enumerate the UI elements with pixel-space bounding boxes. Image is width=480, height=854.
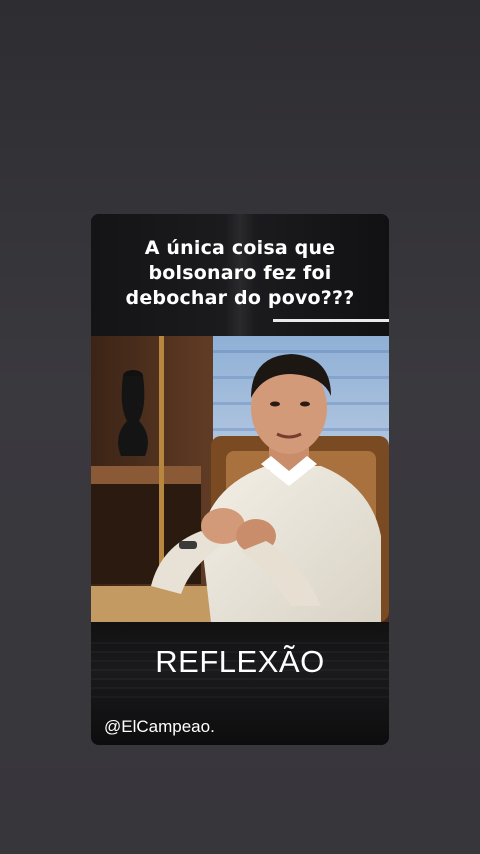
caption-line-1: A única coisa que — [144, 237, 336, 259]
caption-underline — [273, 319, 389, 322]
caption-banner: A única coisa que bolsonaro fez foi debo… — [91, 214, 389, 336]
story-screen: { "post": { "caption_lines": [ "A única … — [0, 0, 480, 854]
video-frame[interactable] — [91, 336, 389, 622]
caption-line-2: bolsonaro fez foi — [148, 262, 332, 284]
caption-text: A única coisa que bolsonaro fez foi debo… — [91, 236, 389, 311]
caption-line-3: debochar do povo??? — [125, 287, 355, 309]
speaker-image — [91, 336, 389, 622]
video-card[interactable]: A única coisa que bolsonaro fez foi debo… — [91, 214, 389, 745]
author-handle[interactable]: @ElCampeao. — [104, 717, 215, 737]
bottom-banner: REFLEXÃO @ElCampeao. — [91, 622, 389, 745]
video-title: REFLEXÃO — [155, 644, 325, 679]
